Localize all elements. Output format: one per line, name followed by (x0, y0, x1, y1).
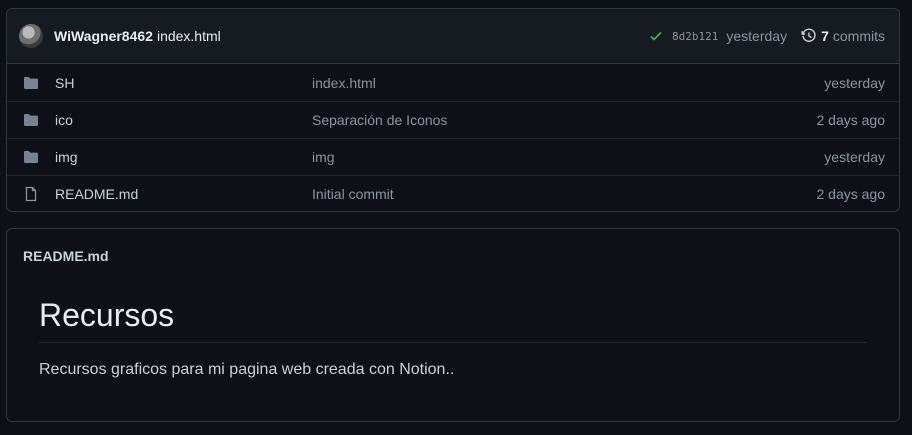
history-icon (801, 28, 816, 42)
file-commit-message[interactable]: Separación de Iconos (312, 112, 817, 128)
file-row: SH index.html yesterday (7, 64, 899, 101)
file-browser: WiWagner8462 index.html 8d2b121 yesterda… (6, 8, 900, 212)
file-name[interactable]: README.md (55, 186, 312, 202)
file-date: yesterday (824, 149, 885, 165)
avatar[interactable] (19, 24, 43, 48)
file-date: yesterday (824, 74, 885, 91)
commit-count: 7 (821, 28, 829, 44)
readme-heading: Recursos (39, 297, 867, 343)
commits-link[interactable]: 7 commits (801, 28, 885, 44)
file-name[interactable]: img (55, 149, 312, 165)
file-commit-message[interactable]: Initial commit (312, 186, 817, 202)
file-date: 2 days ago (816, 186, 886, 202)
commit-message[interactable]: index.html (157, 28, 221, 44)
file-icon (23, 186, 39, 202)
latest-commit-bar: WiWagner8462 index.html 8d2b121 yesterda… (7, 9, 899, 64)
folder-icon (23, 149, 39, 165)
folder-icon (23, 112, 39, 128)
commits-label: commits (832, 28, 885, 44)
file-name[interactable]: SH (55, 75, 312, 91)
folder-icon (23, 75, 39, 91)
commit-sha[interactable]: 8d2b121 (672, 30, 718, 43)
commit-author[interactable]: WiWagner8462 (54, 28, 153, 44)
file-row: README.md Initial commit 2 days ago (7, 175, 899, 211)
file-row: img img yesterday (7, 138, 899, 175)
readme-paragraph: Recursos graficos para mi pagina web cre… (39, 361, 455, 378)
file-date: 2 days ago (816, 112, 886, 128)
file-commit-message[interactable]: img (312, 149, 824, 165)
readme-panel: README.md Recursos Recursos graficos par… (6, 228, 900, 422)
commit-time: yesterday (726, 28, 788, 44)
readme-filename[interactable]: README.md (7, 229, 899, 283)
file-name[interactable]: ico (55, 112, 312, 128)
file-commit-message[interactable]: index.html (312, 75, 824, 91)
file-row: ico Separación de Iconos 2 days ago (7, 101, 899, 138)
readme-content: Recursos Recursos graficos para mi pagin… (7, 283, 899, 379)
check-icon[interactable] (648, 28, 664, 44)
